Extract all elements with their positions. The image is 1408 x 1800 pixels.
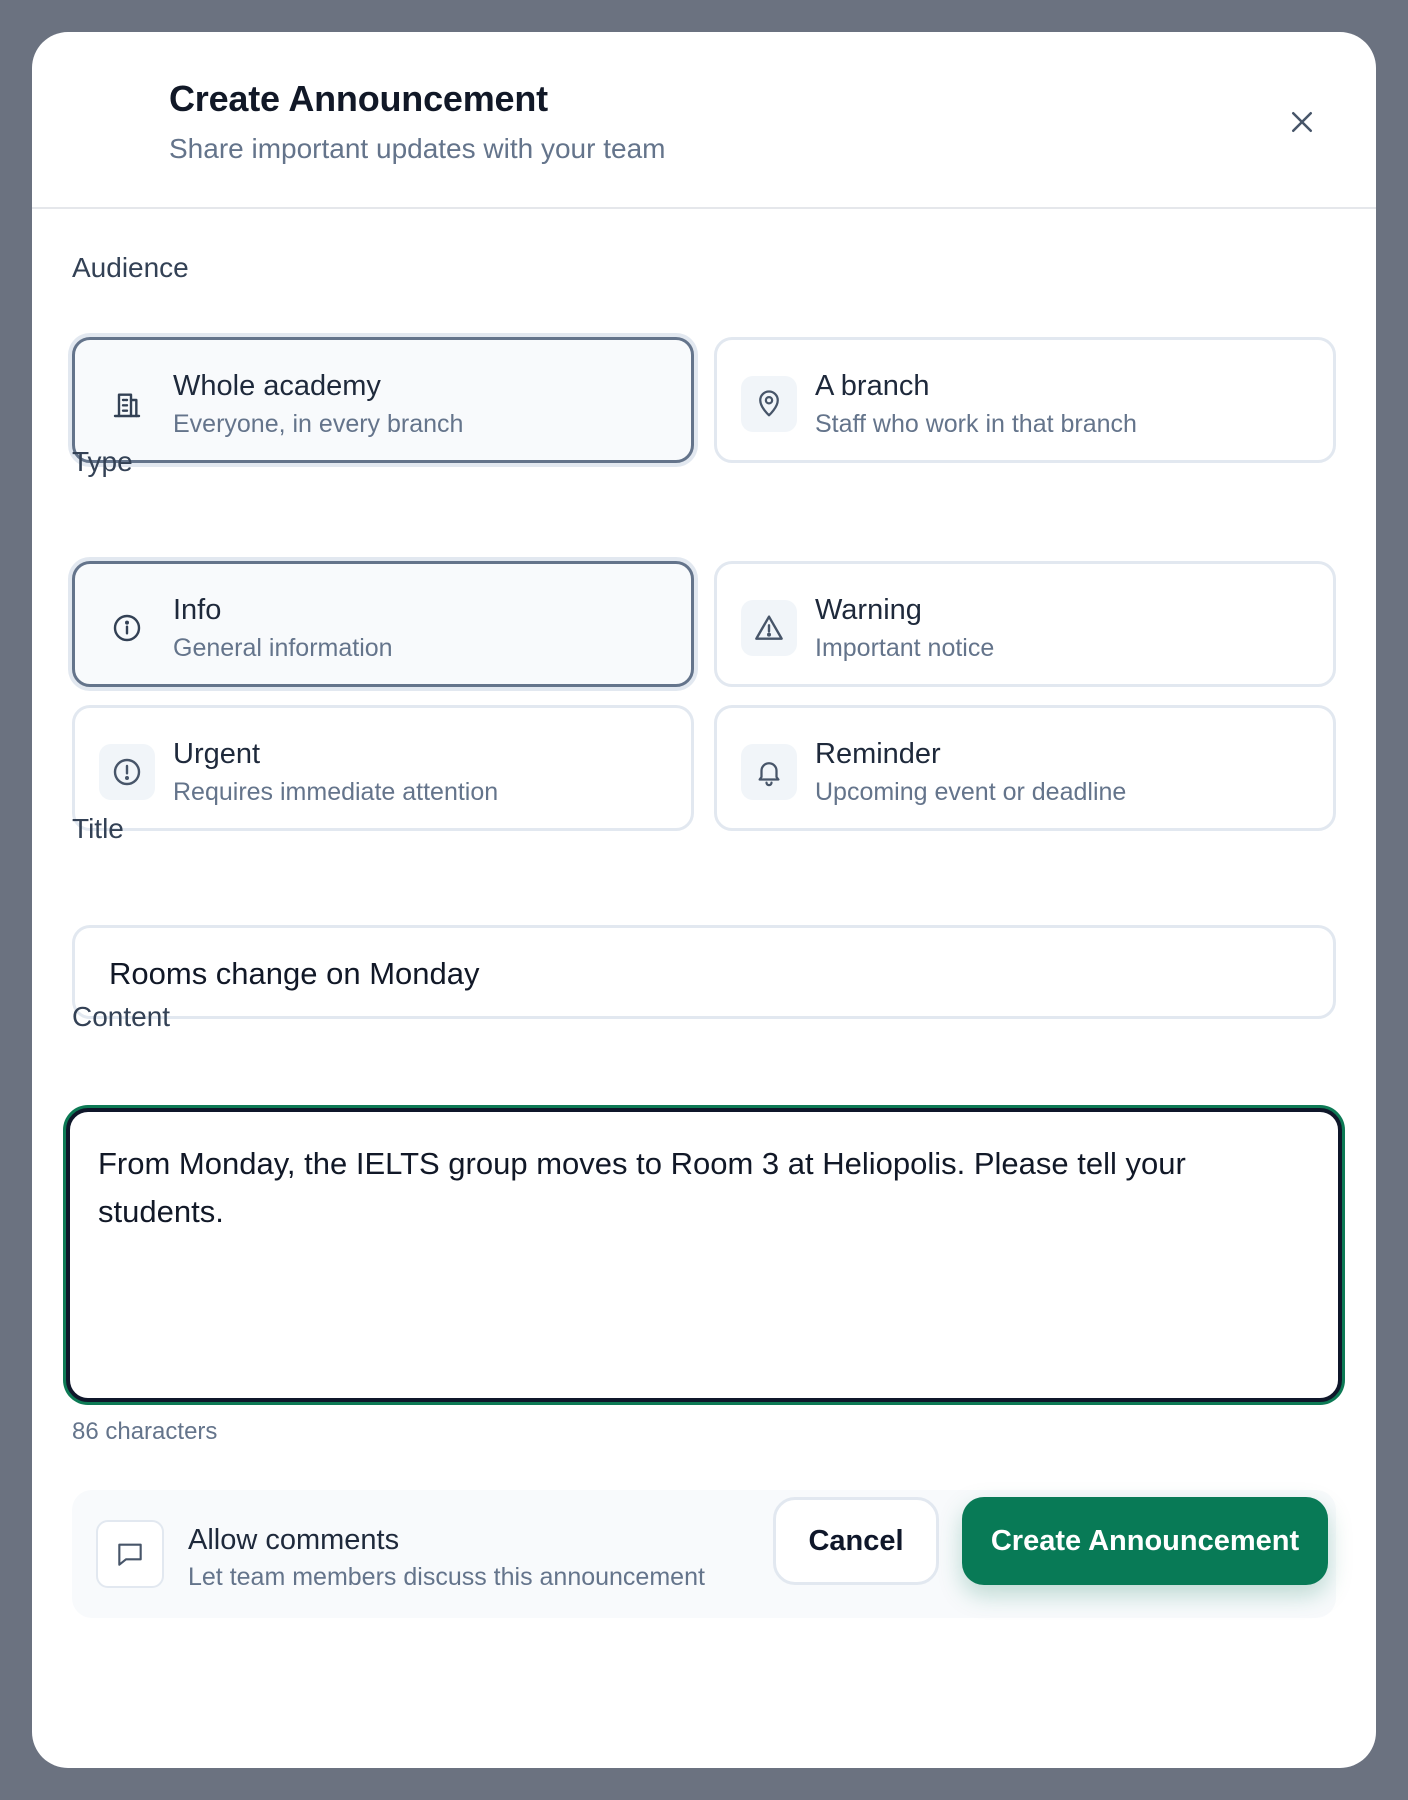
audience-option-description: Staff who work in that branch (815, 410, 1137, 438)
type-option-title: Warning (815, 594, 922, 626)
bell-icon (758, 762, 780, 787)
content-textarea[interactable]: From Monday, the IELTS group moves to Ro… (66, 1108, 1342, 1402)
message-square-icon (118, 1543, 142, 1566)
audience-option-title: Whole academy (173, 370, 381, 402)
type-label: Type (72, 446, 133, 477)
modal-header: Create Announcement Share important upda… (32, 32, 1376, 209)
type-option-title: Info (173, 594, 222, 626)
audience-option-whole-academy[interactable]: Whole academy Everyone, in every branch (72, 337, 694, 463)
cancel-button[interactable]: Cancel (773, 1497, 939, 1585)
allow-comments-title: Allow comments (188, 1524, 400, 1556)
title-input[interactable]: Rooms change on Monday (72, 925, 1336, 1019)
create-announcement-modal: Create Announcement Share important upda… (32, 32, 1376, 1768)
create-announcement-button[interactable]: Create Announcement (962, 1497, 1328, 1585)
close-button[interactable] (1277, 97, 1327, 147)
alert-circle-icon (113, 758, 141, 786)
modal-subtitle: Share important updates with your team (169, 133, 666, 164)
type-option-description: Important notice (815, 634, 995, 662)
audience-option-branch[interactable]: A branch Staff who work in that branch (714, 337, 1336, 463)
title-label: Title (72, 813, 124, 844)
content-label: Content (72, 1001, 171, 1032)
type-option-urgent[interactable]: Urgent Requires immediate attention (72, 705, 694, 831)
warning-icon (755, 615, 783, 640)
audience-label: Audience (72, 252, 189, 283)
map-pin-icon (759, 390, 779, 417)
type-option-title: Urgent (173, 738, 261, 770)
type-option-description: Upcoming event or deadline (815, 778, 1127, 806)
building-icon (113, 393, 141, 418)
type-option-reminder[interactable]: Reminder Upcoming event or deadline (714, 705, 1336, 831)
info-icon (113, 614, 141, 642)
modal-title: Create Announcement (169, 78, 548, 119)
type-option-description: Requires immediate attention (173, 778, 499, 806)
audience-option-title: A branch (815, 370, 930, 402)
type-option-title: Reminder (815, 738, 941, 770)
allow-comments-description: Let team members discuss this announceme… (188, 1563, 705, 1591)
character-count: 86 characters (72, 1418, 218, 1445)
close-icon (1292, 112, 1312, 132)
type-option-warning[interactable]: Warning Important notice (714, 561, 1336, 687)
audience-option-description: Everyone, in every branch (173, 410, 464, 438)
type-option-info[interactable]: Info General information (72, 561, 694, 687)
type-option-description: General information (173, 634, 393, 662)
